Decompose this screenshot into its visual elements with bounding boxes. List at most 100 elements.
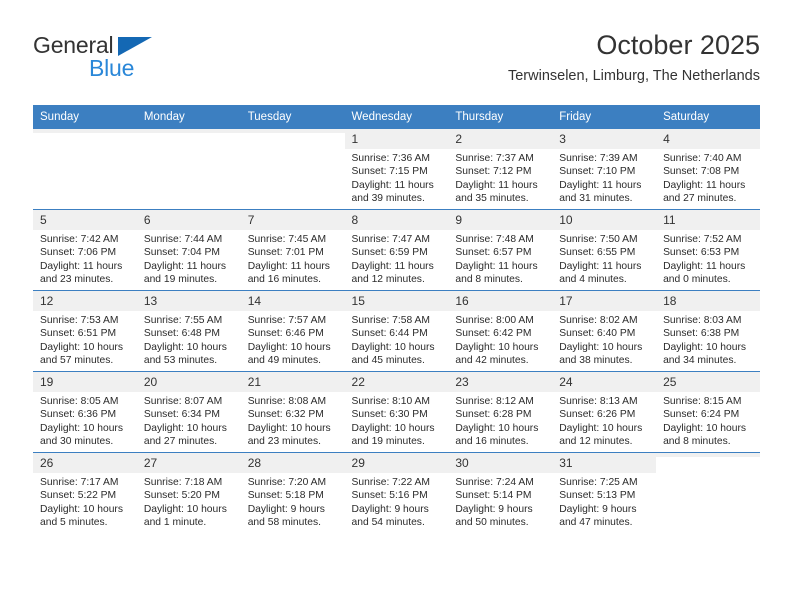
calendar-day-cell[interactable]: 24 Sunrise: 8:13 AM Sunset: 6:26 PM Dayligh… [552,371,657,453]
day-details: Sunrise: 7:58 AM Sunset: 6:44 PM Daylight:… [345,311,449,367]
calendar-day-cell[interactable]: 26 Sunrise: 7:17 AM Sunset: 5:22 PM Dayligh… [33,452,137,533]
day-number: 7 [240,210,345,230]
daylight-text-cont: and 19 minutes. [351,435,425,447]
daylight-text: Daylight: 11 hours [247,260,330,272]
sunrise-text: Sunrise: 8:02 AM [559,315,638,326]
calendar-day-cell[interactable]: 2 Sunrise: 7:37 AM Sunset: 7:12 PM Daylight… [448,128,553,210]
general-blue-logo: General Blue [33,32,253,81]
calendar-day-cell[interactable]: 14 Sunrise: 7:57 AM Sunset: 6:46 PM Dayligh… [240,290,345,372]
daylight-text-cont: and 27 minutes. [143,435,218,447]
sunrise-text: Sunrise: 7:48 AM [455,234,534,245]
calendar-day-cell[interactable]: 23 Sunrise: 8:12 AM Sunset: 6:28 PM Dayligh… [448,371,553,453]
sunset-text: Sunset: 7:04 PM [143,247,220,259]
triangle-icon [118,37,152,56]
daylight-text: Daylight: 10 hours [559,422,643,434]
calendar-day-cell[interactable]: 6 Sunrise: 7:44 AM Sunset: 7:04 PM Daylight… [136,209,241,291]
day-details: Sunrise: 7:40 AM Sunset: 7:08 PM Daylight:… [656,149,760,205]
day-details: Sunrise: 7:50 AM Sunset: 6:55 PM Daylight:… [552,230,656,286]
calendar-day-cell[interactable]: 27 Sunrise: 7:18 AM Sunset: 5:20 PM Dayligh… [136,452,241,533]
daylight-text-cont: and 50 minutes. [455,516,529,528]
calendar-day-cell[interactable]: 8 Sunrise: 7:47 AM Sunset: 6:59 PM Daylight… [344,209,449,291]
day-details: Sunrise: 8:12 AM Sunset: 6:28 PM Daylight:… [448,392,552,448]
day-number: 13 [136,291,241,311]
sunset-text: Sunset: 6:48 PM [143,328,220,340]
calendar-day-cell[interactable]: 31 Sunrise: 7:25 AM Sunset: 5:13 PM Dayligh… [552,452,657,533]
sunset-text: Sunset: 6:28 PM [455,409,532,421]
calendar-day-cell[interactable]: 11 Sunrise: 7:52 AM Sunset: 6:53 PM Dayligh… [656,209,760,291]
calendar-day-cell[interactable]: 4 Sunrise: 7:40 AM Sunset: 7:08 PM Daylight… [656,128,760,210]
day-number: 19 [33,372,137,392]
calendar-day-cell[interactable]: 10 Sunrise: 7:50 AM Sunset: 6:55 PM Dayligh… [552,209,657,291]
sunrise-text: Sunrise: 7:42 AM [40,234,119,245]
calendar-day-cell[interactable]: 5 Sunrise: 7:42 AM Sunset: 7:06 PM Daylight… [33,209,137,291]
weekday-header-monday: Monday [136,105,241,129]
calendar-day-cell[interactable]: 28 Sunrise: 7:20 AM Sunset: 5:18 PM Dayligh… [240,452,345,533]
day-details: Sunrise: 8:15 AM Sunset: 6:24 PM Daylight:… [656,392,760,448]
daylight-text: Daylight: 11 hours [455,179,538,191]
logo-row-bottom: Blue [33,55,253,81]
sunset-text: Sunset: 6:46 PM [247,328,324,340]
title-block: October 2025 Terwinselen, Limburg, The N… [508,28,760,87]
daylight-text: Daylight: 10 hours [247,422,331,434]
calendar-day-cell-empty [656,452,760,533]
calendar-day-cell[interactable]: 21 Sunrise: 8:08 AM Sunset: 6:32 PM Dayligh… [240,371,345,453]
sunrise-text: Sunrise: 7:36 AM [351,153,430,164]
daylight-text-cont: and 23 minutes. [247,435,321,447]
daylight-text-cont: and 1 minute. [143,516,207,528]
day-details: Sunrise: 7:37 AM Sunset: 7:12 PM Daylight:… [448,149,552,205]
day-number: 9 [448,210,553,230]
logo-word-blue: Blue [89,55,135,81]
daylight-text-cont: and 57 minutes. [40,354,114,366]
day-number: 17 [552,291,657,311]
day-number: 15 [344,291,449,311]
day-details: Sunrise: 8:05 AM Sunset: 6:36 PM Daylight:… [33,392,137,448]
calendar-header-row: Sunday Monday Tuesday Wednesday Thursday… [33,105,760,129]
page-title: October 2025 [596,30,760,60]
calendar-day-cell[interactable]: 22 Sunrise: 8:10 AM Sunset: 6:30 PM Dayligh… [344,371,449,453]
sunrise-text: Sunrise: 7:47 AM [351,234,430,245]
daylight-text: Daylight: 10 hours [663,422,747,434]
daylight-text: Daylight: 11 hours [559,260,642,272]
day-number: 3 [552,129,657,149]
day-details: Sunrise: 7:52 AM Sunset: 6:53 PM Daylight:… [656,230,760,286]
day-number: 28 [240,453,345,473]
daylight-text-cont: and 4 minutes. [559,273,627,285]
sunrise-text: Sunrise: 7:20 AM [247,477,327,488]
calendar-day-cell[interactable]: 12 Sunrise: 7:53 AM Sunset: 6:51 PM Dayligh… [33,290,137,372]
daylight-text: Daylight: 10 hours [559,341,643,353]
day-number: 22 [344,372,449,392]
calendar-day-cell[interactable]: 30 Sunrise: 7:24 AM Sunset: 5:14 PM Dayligh… [448,452,553,533]
day-details: Sunrise: 7:48 AM Sunset: 6:57 PM Daylight:… [448,230,552,286]
calendar-day-cell[interactable]: 16 Sunrise: 8:00 AM Sunset: 6:42 PM Dayligh… [448,290,553,372]
calendar-day-cell[interactable]: 19 Sunrise: 8:05 AM Sunset: 6:36 PM Dayligh… [33,371,137,453]
daylight-text: Daylight: 10 hours [143,503,227,515]
sunset-text: Sunset: 6:30 PM [351,409,428,421]
day-details: Sunrise: 8:03 AM Sunset: 6:38 PM Daylight:… [656,311,760,367]
day-number: 29 [344,453,449,473]
calendar-day-cell[interactable]: 29 Sunrise: 7:22 AM Sunset: 5:16 PM Dayligh… [344,452,449,533]
sunset-text: Sunset: 5:14 PM [455,490,532,502]
sunset-text: Sunset: 7:12 PM [455,166,532,178]
day-number: 6 [136,210,241,230]
day-details: Sunrise: 7:22 AM Sunset: 5:16 PM Daylight:… [345,473,449,529]
calendar-day-cell-empty [240,128,345,210]
day-number: 10 [552,210,657,230]
calendar-day-cell[interactable]: 1 Sunrise: 7:36 AM Sunset: 7:15 PM Daylight… [344,128,449,210]
daylight-text: Daylight: 11 hours [40,260,123,272]
calendar-day-cell[interactable]: 15 Sunrise: 7:58 AM Sunset: 6:44 PM Dayligh… [344,290,449,372]
sunset-text: Sunset: 6:24 PM [663,409,740,421]
day-details: Sunrise: 7:42 AM Sunset: 7:06 PM Daylight:… [33,230,137,286]
calendar-day-cell[interactable]: 25 Sunrise: 8:15 AM Sunset: 6:24 PM Dayligh… [656,371,760,453]
sunset-text: Sunset: 6:53 PM [663,247,740,259]
calendar-day-cell[interactable]: 7 Sunrise: 7:45 AM Sunset: 7:01 PM Daylight… [240,209,345,291]
calendar-day-cell[interactable]: 9 Sunrise: 7:48 AM Sunset: 6:57 PM Daylight… [448,209,553,291]
calendar-day-cell[interactable]: 3 Sunrise: 7:39 AM Sunset: 7:10 PM Daylight… [552,128,657,210]
sunrise-text: Sunrise: 7:53 AM [40,315,119,326]
daylight-text-cont: and 8 minutes. [663,435,731,447]
day-details: Sunrise: 7:47 AM Sunset: 6:59 PM Daylight:… [345,230,449,286]
calendar-day-cell[interactable]: 13 Sunrise: 7:55 AM Sunset: 6:48 PM Dayligh… [136,290,241,372]
calendar-day-cell[interactable]: 20 Sunrise: 8:07 AM Sunset: 6:34 PM Dayligh… [136,371,241,453]
calendar-day-cell[interactable]: 17 Sunrise: 8:02 AM Sunset: 6:40 PM Dayligh… [552,290,657,372]
calendar-day-cell[interactable]: 18 Sunrise: 8:03 AM Sunset: 6:38 PM Dayligh… [656,290,760,372]
day-number: 23 [448,372,553,392]
